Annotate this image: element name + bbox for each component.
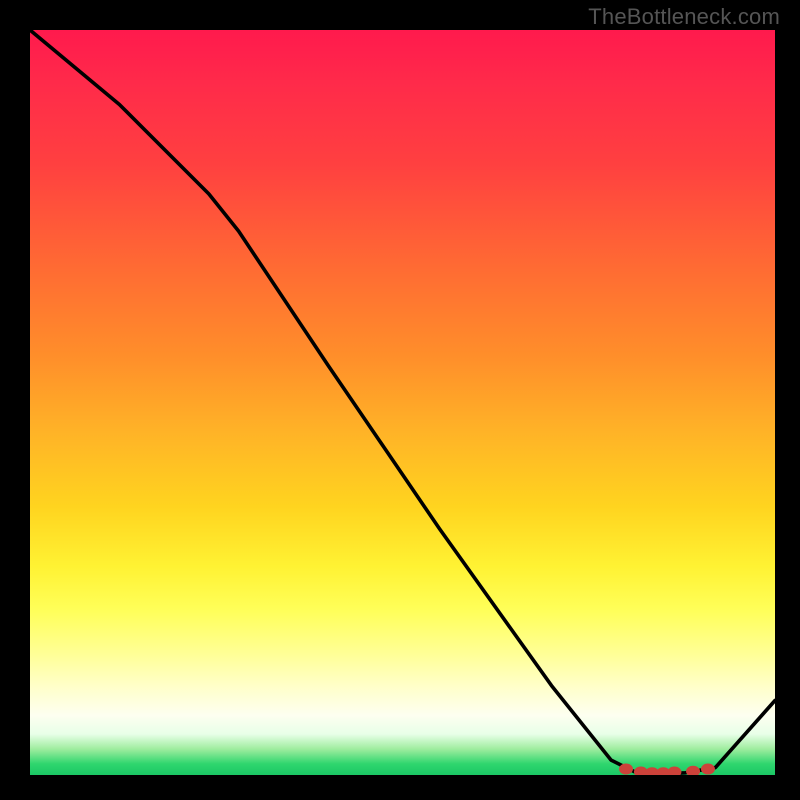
chart-plot-area	[30, 30, 775, 775]
chart-marker	[701, 764, 714, 774]
attribution-text: TheBottleneck.com	[588, 4, 780, 30]
chart-marker	[687, 766, 700, 775]
chart-curve	[30, 30, 775, 775]
chart-marker	[668, 767, 681, 775]
chart-marker	[620, 764, 633, 774]
chart-overlay	[30, 30, 775, 775]
